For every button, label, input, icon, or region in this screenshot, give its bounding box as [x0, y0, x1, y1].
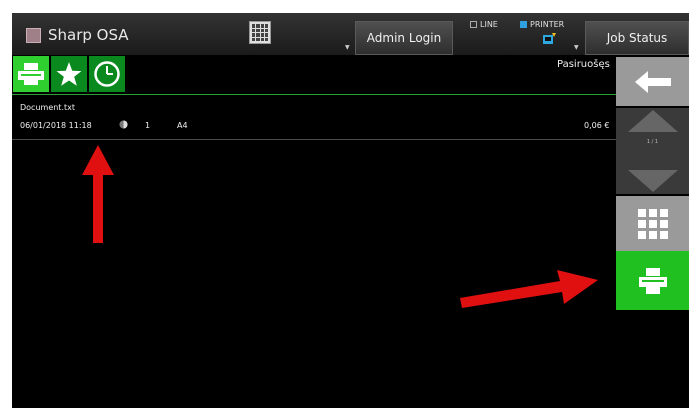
document-row[interactable]: Document.txt 06/01/2018 11:18 1 A4 0,06 …: [12, 101, 616, 139]
keypad-icon[interactable]: [249, 21, 271, 44]
scroll-up-icon[interactable]: [627, 110, 678, 132]
job-status-button[interactable]: Job Status: [585, 21, 689, 55]
tabs-divider: [12, 94, 616, 95]
app-title: Sharp OSA: [48, 26, 129, 44]
line-label: LINE: [480, 20, 498, 29]
row-divider: [12, 139, 616, 140]
tab-history[interactable]: [89, 56, 125, 92]
line-indicator: LINE: [470, 20, 498, 29]
document-price: 0,06 €: [584, 121, 610, 130]
printer-icon: [18, 63, 44, 85]
printer-indicator: PRINTER: [520, 20, 564, 29]
tab-favorites[interactable]: [51, 56, 87, 92]
grid-icon: [637, 208, 668, 239]
sharp-osa-icon: [26, 28, 41, 43]
color-mode-icon: [119, 120, 128, 129]
caret-down-icon: ▼: [574, 44, 579, 51]
clock-icon: [94, 61, 120, 87]
top-bar: Sharp OSA ▼ Admin Login LINE PRINTER ▼ J…: [12, 13, 689, 55]
document-name: Document.txt: [20, 103, 75, 112]
caret-down-icon: ▼: [345, 44, 350, 51]
scroll-down-icon[interactable]: [627, 170, 678, 192]
star-icon: [56, 62, 82, 86]
status-text: Pasiruošęs: [557, 59, 610, 70]
printer-icon: [638, 267, 667, 294]
print-button[interactable]: [616, 251, 689, 310]
printer-status-icon: [543, 33, 556, 44]
menu-grid-button[interactable]: [616, 196, 689, 251]
line-status-box: [470, 21, 477, 28]
annotation-arrow-up: [82, 145, 114, 243]
admin-login-button[interactable]: Admin Login: [355, 21, 453, 55]
printer-status-box: [520, 21, 527, 28]
document-paper-size: A4: [177, 121, 188, 130]
scroll-pane: [616, 108, 689, 194]
back-button[interactable]: [616, 57, 689, 106]
tab-print[interactable]: [13, 56, 49, 92]
screen: { "header": { "app_title": "Sharp OSA", …: [0, 0, 689, 408]
document-copies: 1: [145, 121, 151, 130]
annotation-arrow-right: [460, 270, 598, 308]
printer-label: PRINTER: [530, 20, 565, 29]
arrow-left-icon: [634, 70, 671, 93]
document-datetime: 06/01/2018 11:18: [20, 121, 92, 130]
page-indicator: 1 / 1: [646, 139, 659, 145]
